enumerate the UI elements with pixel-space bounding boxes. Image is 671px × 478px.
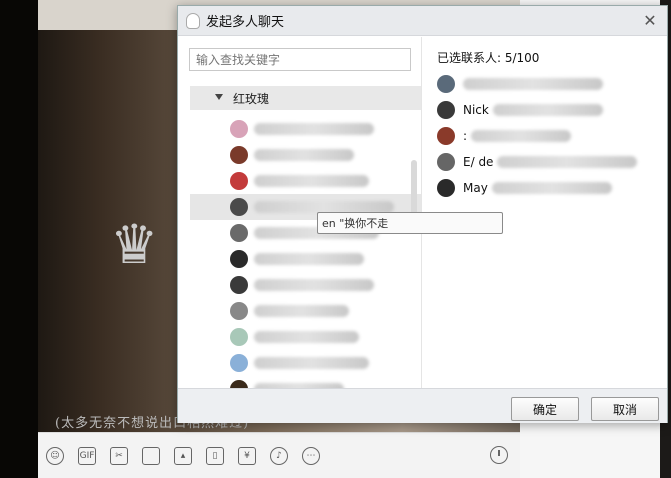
selected-contact[interactable]: E/ de [437, 149, 638, 175]
avatar [230, 276, 248, 294]
phone-shake-icon[interactable]: ▯ [206, 446, 224, 465]
dialog-title: 发起多人聊天 [206, 15, 285, 30]
avatar [230, 198, 248, 216]
music-icon[interactable]: ♪ [270, 446, 288, 465]
avatar [230, 302, 248, 320]
group-label: 红玫瑰 [233, 91, 270, 106]
avatar [437, 153, 455, 171]
folder-icon[interactable] [142, 446, 160, 465]
chat-input-toolbar: ☺ GIF ✂ ▴ ▯ ¥ ♪ ⋯ [38, 432, 520, 478]
avatar [230, 224, 248, 242]
obscured-contact-name [463, 78, 603, 90]
cancel-button[interactable]: 取消 [591, 397, 659, 421]
search-input[interactable] [189, 48, 411, 71]
scissors-icon[interactable]: ✂ [110, 446, 128, 465]
gif-icon[interactable]: GIF [78, 446, 96, 465]
obscured-contact-name [254, 279, 374, 291]
contact-tooltip: en "换你不走 [317, 212, 503, 234]
selected-contact-name: May [463, 181, 488, 195]
contact-row[interactable] [190, 116, 421, 142]
selected-contact[interactable] [437, 71, 603, 97]
obscured-contact-name [254, 305, 349, 317]
avatar [230, 120, 248, 138]
dialog-titlebar: 发起多人聊天 ✕ [178, 6, 667, 36]
obscured-contact-name [254, 331, 359, 343]
obscured-contact-name [492, 104, 603, 116]
selected-contact[interactable]: Nick [437, 97, 603, 123]
avatar [230, 172, 248, 190]
selected-contact[interactable]: May [437, 175, 612, 201]
contact-row[interactable] [190, 298, 421, 324]
avatar [437, 179, 455, 197]
contact-row[interactable] [190, 168, 421, 194]
obscured-contact-name [254, 253, 364, 265]
obscured-contact-name [471, 130, 572, 142]
avatar [230, 146, 248, 164]
obscured-contact-name [497, 156, 638, 168]
selected-contact-name: : [463, 129, 468, 143]
more-icon[interactable]: ⋯ [302, 446, 320, 465]
background-dark-strip [0, 0, 38, 478]
contact-row[interactable] [190, 376, 421, 388]
obscured-contact-name [491, 182, 612, 194]
obscured-contact-name [254, 357, 369, 369]
avatar [230, 250, 248, 268]
qq-penguin-icon [186, 12, 200, 29]
avatar [230, 354, 248, 372]
selected-contact-name: Nick [463, 103, 489, 117]
avatar [437, 101, 455, 119]
avatar [230, 380, 248, 388]
contact-row[interactable] [190, 142, 421, 168]
avatar [437, 127, 455, 145]
obscured-contact-name [254, 123, 374, 135]
red-packet-icon[interactable]: ¥ [238, 446, 256, 465]
confirm-button[interactable]: 确定 [511, 397, 579, 421]
obscured-contact-name [254, 175, 369, 187]
selected-contact-name: E/ de [463, 155, 494, 169]
contact-row[interactable] [190, 350, 421, 376]
contact-row[interactable] [190, 324, 421, 350]
group-header-hongmeigui[interactable]: 红玫瑰 [190, 86, 421, 110]
obscured-contact-name [254, 149, 354, 161]
smile-icon[interactable]: ☺ [46, 446, 64, 465]
selected-count: 已选联系人: 5/100 [437, 51, 540, 65]
close-icon[interactable]: ✕ [641, 12, 659, 30]
expand-triangle-icon[interactable] [215, 94, 223, 100]
contact-row[interactable] [190, 272, 421, 298]
selected-contact[interactable]: : [437, 123, 572, 149]
history-clock-icon[interactable] [490, 446, 508, 464]
image-icon[interactable]: ▴ [174, 446, 192, 465]
avatar [230, 328, 248, 346]
contact-row[interactable] [190, 246, 421, 272]
crown-watermark-icon: ♛ [110, 213, 159, 276]
avatar [437, 75, 455, 93]
dialog-footer: 确定 取消 [178, 388, 667, 423]
